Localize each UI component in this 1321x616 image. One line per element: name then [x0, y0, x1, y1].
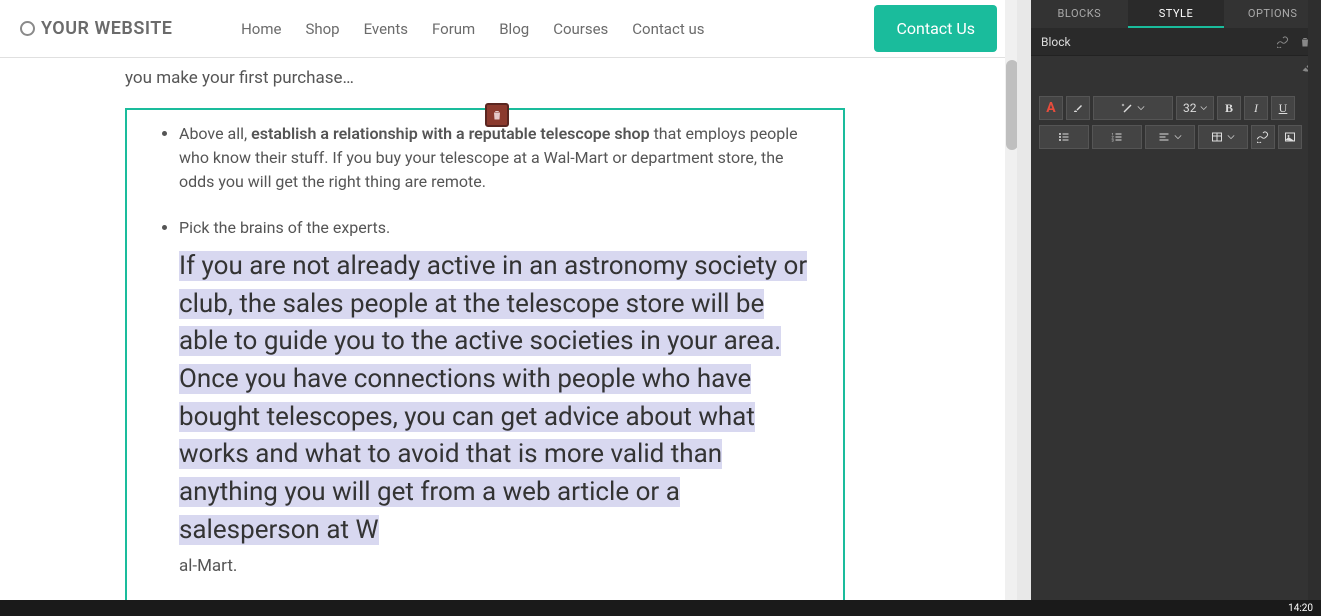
- brush-button[interactable]: [1066, 96, 1090, 120]
- text-block[interactable]: Above all, establish a relationship with…: [125, 108, 845, 600]
- text-toolbar: A 32 B I U 123: [1031, 84, 1321, 166]
- intro-paragraph: you make your first purchase…: [125, 68, 998, 88]
- chevron-down-icon: [1227, 133, 1235, 141]
- nav-forum[interactable]: Forum: [432, 20, 475, 38]
- wand-icon: [1121, 102, 1133, 114]
- globe-icon: [20, 21, 35, 36]
- delete-block-button[interactable]: [485, 103, 509, 127]
- chevron-down-icon: [1174, 133, 1182, 141]
- clock: 14:20: [1288, 603, 1313, 614]
- ordered-list-button[interactable]: 123: [1092, 125, 1142, 149]
- link-icon[interactable]: [1277, 36, 1289, 48]
- chevron-down-icon: [1200, 104, 1208, 112]
- list-ul-icon: [1058, 131, 1070, 143]
- italic-button[interactable]: I: [1244, 96, 1268, 120]
- chevron-down-icon: [1137, 104, 1145, 112]
- svg-text:3: 3: [1112, 138, 1114, 143]
- block-section-header: Block: [1031, 28, 1321, 56]
- sidebar-scrollbar[interactable]: [1308, 0, 1321, 600]
- table-button[interactable]: [1198, 125, 1248, 149]
- image-icon: [1284, 131, 1296, 143]
- insert-link-button[interactable]: [1251, 125, 1275, 149]
- insert-image-button[interactable]: [1278, 125, 1302, 149]
- contact-us-button[interactable]: Contact Us: [874, 5, 997, 52]
- list-ol-icon: 123: [1111, 131, 1123, 143]
- trash-icon: [491, 108, 503, 122]
- nav-events[interactable]: Events: [364, 20, 408, 38]
- nav-courses[interactable]: Courses: [553, 20, 608, 38]
- block-label: Block: [1041, 28, 1071, 56]
- underline-button[interactable]: U: [1271, 96, 1295, 120]
- align-icon: [1158, 131, 1170, 143]
- brush-icon: [1072, 102, 1084, 114]
- font-color-button[interactable]: A: [1039, 96, 1063, 120]
- nav-blog[interactable]: Blog: [499, 20, 529, 38]
- bullet-lead: Pick the brains of the experts.: [179, 218, 390, 237]
- nav-shop[interactable]: Shop: [305, 20, 339, 38]
- panel-tabs: BLOCKS STYLE OPTIONS: [1031, 0, 1321, 28]
- trailing-text: al-Mart.: [179, 554, 815, 580]
- tab-options[interactable]: OPTIONS: [1224, 0, 1321, 28]
- page-content: you make your first purchase… Above all,…: [0, 58, 998, 600]
- main-nav: Home Shop Events Forum Blog Courses Cont…: [241, 20, 704, 38]
- font-size-input[interactable]: 32: [1176, 96, 1214, 120]
- nav-contact[interactable]: Contact us: [632, 20, 704, 38]
- bullet-item-2[interactable]: Pick the brains of the experts. If you a…: [179, 216, 815, 579]
- link-icon: [1257, 131, 1269, 143]
- logo-text: YOUR WEBSITE: [41, 18, 172, 39]
- tab-style[interactable]: STYLE: [1128, 0, 1225, 28]
- magic-button[interactable]: [1093, 96, 1173, 120]
- site-logo[interactable]: YOUR WEBSITE: [20, 18, 172, 39]
- style-panel: BLOCKS STYLE OPTIONS Block A 32 B I U 12…: [1031, 0, 1321, 600]
- align-button[interactable]: [1145, 125, 1195, 149]
- editor-canvas: YOUR WEBSITE Home Shop Events Forum Blog…: [0, 0, 1017, 600]
- selected-block-wrapper: Above all, establish a relationship with…: [125, 108, 998, 600]
- nav-home[interactable]: Home: [241, 20, 281, 38]
- scrollbar-thumb[interactable]: [1006, 60, 1017, 150]
- selected-text[interactable]: If you are not already active in an astr…: [179, 248, 815, 550]
- bold-button[interactable]: B: [1217, 96, 1241, 120]
- site-header: YOUR WEBSITE Home Shop Events Forum Blog…: [0, 0, 1017, 58]
- bullet-item-1[interactable]: Above all, establish a relationship with…: [179, 122, 815, 194]
- tab-blocks[interactable]: BLOCKS: [1031, 0, 1128, 28]
- canvas-scrollbar[interactable]: [1005, 0, 1017, 600]
- taskbar[interactable]: 14:20: [0, 600, 1321, 616]
- table-icon: [1211, 131, 1223, 143]
- unordered-list-button[interactable]: [1039, 125, 1089, 149]
